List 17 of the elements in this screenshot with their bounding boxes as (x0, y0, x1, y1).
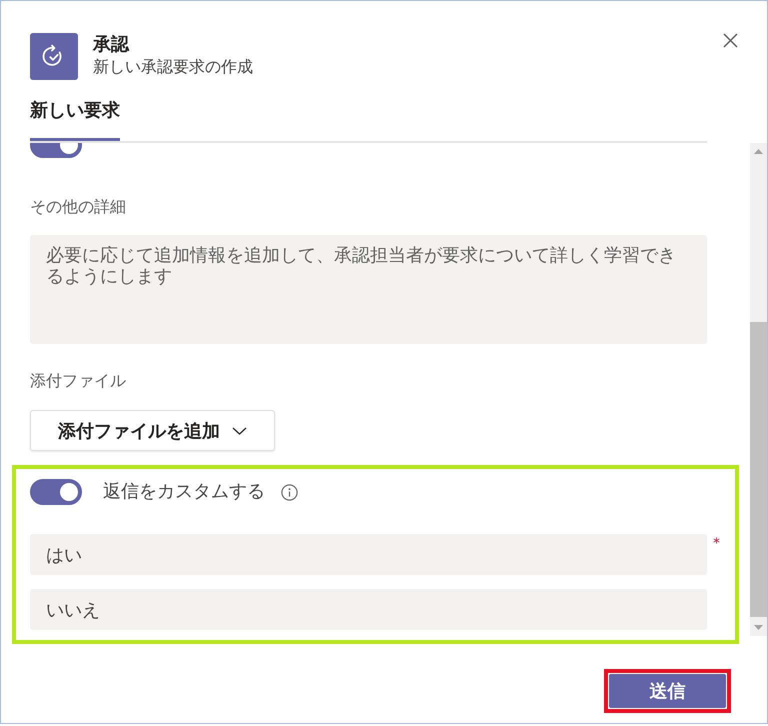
chevron-down-icon (232, 426, 247, 434)
dialog-subtitle: 新しい承認要求の作成 (93, 57, 253, 77)
add-attachment-button[interactable]: 添付ファイルを追加 (30, 410, 275, 451)
send-button[interactable]: 送信 (609, 674, 726, 708)
app-title: 承認 (93, 33, 129, 57)
close-icon[interactable] (723, 33, 738, 48)
toggle-label: 返信をカスタムする (103, 480, 265, 504)
response-field[interactable]: はい (30, 534, 707, 575)
scrollbar-thumb[interactable] (750, 322, 767, 617)
field-label: その他の詳細 (30, 196, 126, 218)
circular-arrow-check-icon (30, 33, 78, 80)
response-field[interactable]: いいえ (30, 589, 707, 630)
toggle-switch[interactable] (30, 479, 82, 505)
details-field[interactable]: 必要に応じて追加情報を追加して、承認担当者が要求について詳しく学習できるようにします (30, 235, 707, 344)
field-label: 添付ファイル (30, 370, 126, 392)
scrollbar[interactable] (750, 143, 767, 636)
info-icon[interactable] (281, 484, 298, 500)
